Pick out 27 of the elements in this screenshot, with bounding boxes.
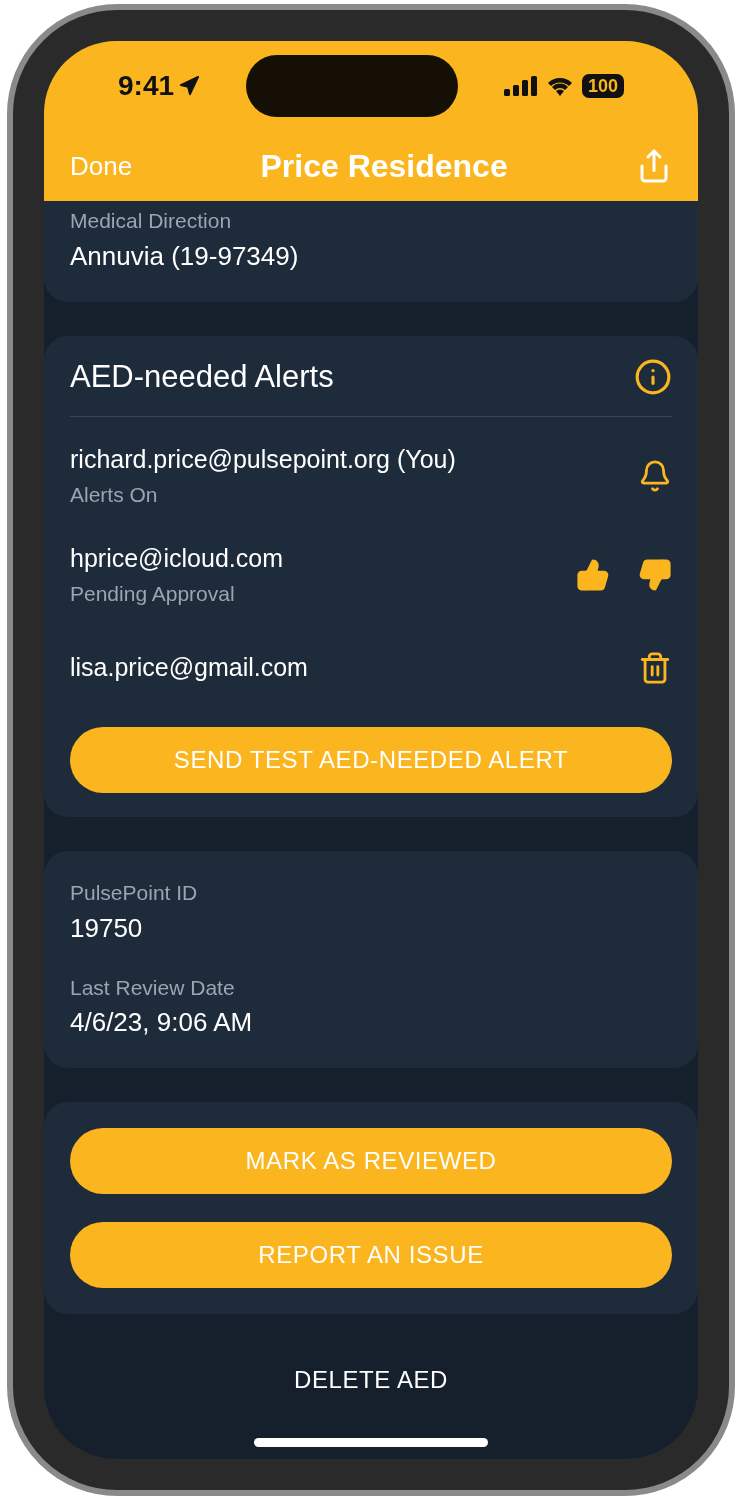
location-icon — [178, 75, 201, 97]
action-button[interactable]: MARK AS REVIEWED — [70, 1128, 672, 1194]
member-status: Pending Approval — [70, 580, 236, 607]
field-label: Medical Direction — [70, 208, 233, 234]
member-email: hprice@icloud.com — [70, 543, 283, 574]
thumbs-down-icon[interactable] — [638, 557, 672, 592]
battery-indicator: 100 — [581, 74, 624, 98]
field-value: 19750 — [70, 911, 144, 945]
signal-icon — [503, 76, 538, 96]
thumbs-up-icon[interactable] — [576, 557, 610, 592]
action-button[interactable]: SEND TEST AED-NEEDED ALERT — [70, 727, 672, 793]
action-button[interactable]: REPORT AN ISSUE — [70, 1222, 672, 1288]
section-title: AED-needed Alerts — [70, 357, 334, 396]
status-time: 9:41 — [118, 69, 175, 103]
field-label: Last Review Date — [70, 974, 236, 1001]
field-label: PulsePoint ID — [70, 880, 199, 906]
field-value: Annuvia (19-97349) — [70, 239, 300, 273]
field-value: 4/6/23, 9:06 AM — [70, 1006, 254, 1039]
member-email: richard.price@pulsepoint.org (You) — [70, 444, 456, 475]
info-icon[interactable] — [634, 357, 672, 396]
bell-icon[interactable] — [638, 458, 672, 493]
member-email: lisa.price@gmail.com — [70, 652, 308, 684]
member-status: Alerts On — [70, 481, 159, 508]
delete-button[interactable]: DELETE AED — [293, 1362, 449, 1398]
page-title: Price Residence — [260, 147, 508, 186]
done-button[interactable]: Done — [70, 146, 133, 186]
trash-icon[interactable] — [638, 651, 672, 685]
